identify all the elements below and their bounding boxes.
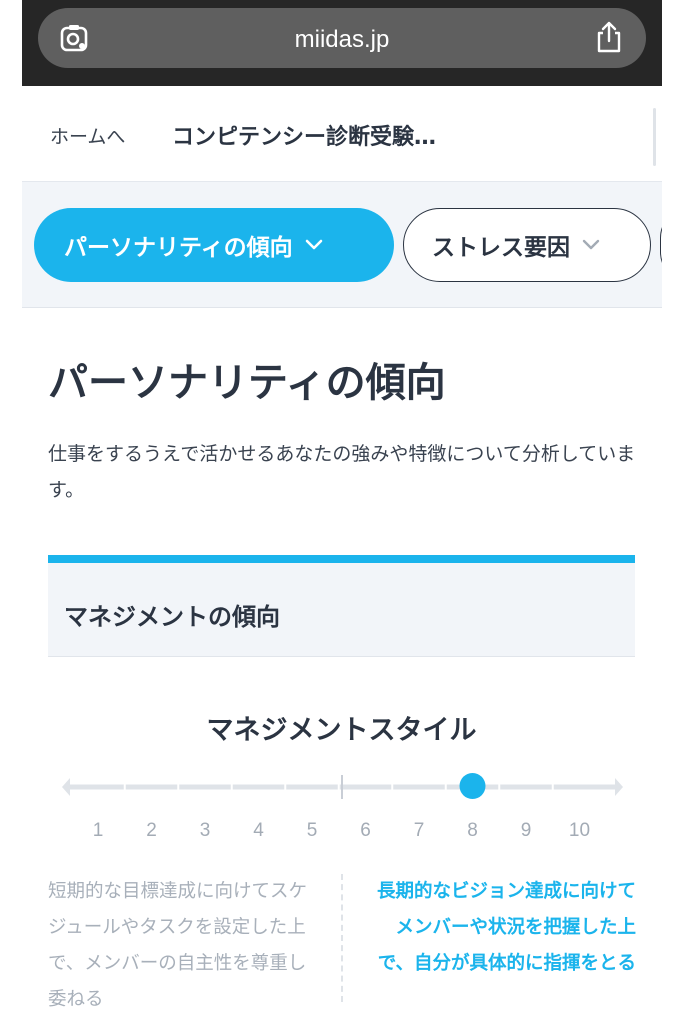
tab-stress-factors[interactable]: ストレス要因 [403, 208, 651, 282]
browser-bar: miidas.jp [22, 0, 662, 86]
chevron-down-icon [582, 239, 600, 250]
section-header: マネジメントの傾向 [48, 555, 635, 657]
scale-label-1: 1 [92, 820, 104, 841]
chevron-down-icon [305, 239, 322, 250]
scroll-indicator [653, 108, 656, 166]
scale-label-7: 7 [413, 820, 425, 841]
tab-personality-label: パーソナリティの傾向 [64, 235, 293, 261]
scale-right-description: 長期的なビジョン達成に向けてメンバーや状況を把握した上で、自分が具体的に指揮をと… [376, 881, 636, 974]
breadcrumb-current: コンピテンシー診断受験… [172, 125, 437, 150]
scale-label-2: 2 [146, 820, 157, 841]
breadcrumb: ホームへ コンピテンシー診断受験… [22, 86, 662, 182]
scale-label-4: 4 [253, 820, 264, 841]
scale-left-description: 短期的な目標達成に向けてスケジュールやタスクを設定した上で、メンバーの自主性を尊… [48, 881, 308, 1010]
filter-tabs: パーソナリティの傾向 ストレス要因 [22, 182, 662, 308]
section-title: マネジメントの傾向 [64, 603, 280, 631]
share-icon[interactable] [594, 20, 624, 54]
address-bar[interactable]: miidas.jp [38, 8, 646, 68]
scale-label-5: 5 [306, 820, 318, 841]
url-text[interactable]: miidas.jp [38, 26, 646, 54]
page-title: パーソナリティの傾向 [48, 360, 446, 406]
scale-title: マネジメントスタイル [206, 715, 477, 746]
page-description: 仕事をするうえで活かせるあなたの強みや特徴について分析しています。 [48, 443, 636, 501]
scale-label-8: 8 [467, 820, 478, 841]
tab-next[interactable] [660, 208, 662, 282]
scale-label-6: 6 [360, 820, 371, 841]
description-divider [341, 874, 343, 1002]
scale-label-10: 10 [568, 820, 591, 841]
scale-label-3: 3 [199, 820, 211, 841]
scale-marker [459, 773, 486, 799]
tab-stress-factors-label: ストレス要因 [432, 235, 570, 261]
breadcrumb-home-link[interactable]: ホームへ [50, 122, 125, 149]
scale-track [62, 773, 623, 799]
tab-personality[interactable]: パーソナリティの傾向 [34, 208, 394, 282]
scale-label-9: 9 [520, 820, 532, 841]
